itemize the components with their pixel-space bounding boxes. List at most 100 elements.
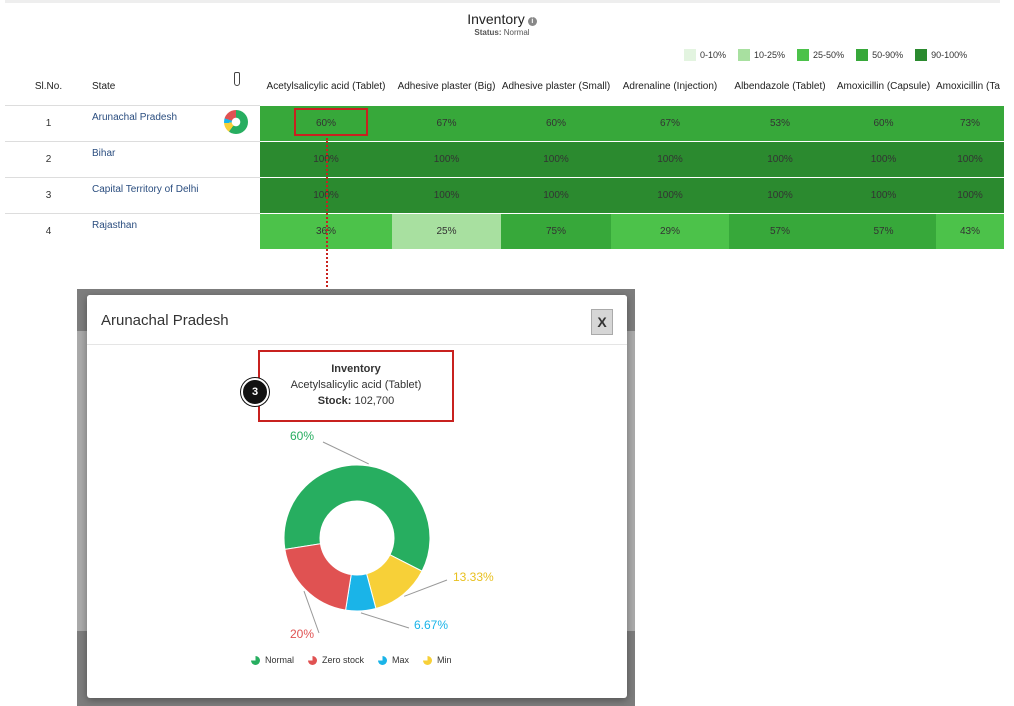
legend-swatch: [684, 49, 696, 61]
legend-label: 10-25%: [754, 50, 786, 60]
row-slno: 2: [5, 140, 92, 177]
stock-cell[interactable]: 100%: [936, 176, 1004, 213]
stock-cell[interactable]: 53%: [729, 104, 831, 141]
page-title: Inventory: [467, 11, 525, 27]
stock-cell[interactable]: 100%: [729, 176, 831, 213]
chart-legend: Normal Zero stock Max Min: [251, 655, 452, 665]
chart-legend-item[interactable]: Zero stock: [308, 655, 364, 665]
stock-cell[interactable]: 100%: [611, 140, 729, 177]
legend-pie-icon: [378, 655, 388, 665]
stock-donut-chart: [283, 441, 448, 634]
legend-label: 25-50%: [813, 50, 845, 60]
col-header-slno: Sl.No.: [34, 80, 63, 92]
info-icon[interactable]: i: [527, 17, 537, 26]
stock-cell[interactable]: 57%: [729, 212, 831, 249]
slice-leader-line: [360, 612, 410, 629]
table-header-row: Sl.No. State Acetylsalicylic acid (Table…: [5, 68, 1004, 105]
legend-pie-icon: [251, 655, 260, 665]
legend-pie-icon: [308, 655, 318, 665]
legend-swatch: [738, 49, 751, 61]
legend-item: 90-100%: [915, 49, 967, 61]
mini-pie-icon[interactable]: [224, 109, 248, 134]
legend-label: 90-100%: [931, 50, 968, 60]
row-slno: 3: [5, 176, 92, 213]
col-header-medicine[interactable]: Adhesive plaster (Small): [501, 68, 611, 105]
legend-swatch: [856, 49, 869, 61]
legend-pie-icon: [423, 655, 433, 665]
chart-legend-label: Min: [437, 655, 452, 665]
stock-cell[interactable]: 100%: [831, 140, 936, 177]
col-header-medicine[interactable]: Amoxicillin (Capsule): [831, 68, 936, 105]
legend-label: 50-90%: [872, 50, 904, 60]
page-header: Inventory i Status: Normal: [0, 11, 1004, 37]
row-state-name[interactable]: Rajasthan: [92, 220, 137, 231]
row-slno: 4: [5, 212, 92, 249]
status-label: Status:: [474, 28, 502, 37]
row-state[interactable]: Arunachal Pradesh: [92, 104, 260, 141]
stock-cell[interactable]: 25%: [392, 212, 501, 249]
stock-cell[interactable]: 100%: [392, 176, 501, 213]
legend-item: 25-50%: [797, 49, 844, 61]
stock-cell[interactable]: 60%: [831, 104, 936, 141]
stock-cell[interactable]: 43%: [936, 212, 1004, 249]
col-header-state: State: [92, 68, 260, 105]
row-state[interactable]: Rajasthan: [92, 212, 260, 249]
col-header-state-label: State: [92, 80, 116, 92]
chart-legend-item[interactable]: Min: [423, 655, 452, 665]
chart-legend-item[interactable]: Max: [378, 655, 409, 665]
stock-cell[interactable]: 100%: [831, 176, 936, 213]
slice-label: 60%: [290, 429, 315, 443]
stock-cell[interactable]: 67%: [392, 104, 501, 141]
legend-label: 0-10%: [700, 50, 727, 60]
slice-leader-line: [322, 441, 369, 465]
chart-legend-label: Max: [392, 655, 410, 665]
chart-legend-item[interactable]: Normal: [251, 655, 294, 665]
slice-label: 13.33%: [453, 570, 494, 584]
legend-item: 50-90%: [856, 49, 903, 61]
stock-cell[interactable]: 100%: [936, 140, 1004, 177]
legend-swatch: [915, 49, 928, 61]
stock-cell[interactable]: 100%: [611, 176, 729, 213]
chart-legend-label: Zero stock: [322, 655, 365, 665]
stock-cell[interactable]: 29%: [611, 212, 729, 249]
table-row: 3 Capital Territory of Delhi 100% 100% 100% 1…: [5, 176, 1004, 213]
selected-cell-highlight: [294, 108, 368, 136]
stock-cell[interactable]: 57%: [831, 212, 936, 249]
legend-item: 10-25%: [738, 49, 785, 61]
donut-slice-zero-stock[interactable]: [284, 543, 352, 611]
stock-cell[interactable]: 100%: [501, 176, 611, 213]
stock-cell[interactable]: 67%: [611, 104, 729, 141]
status-value: Normal: [503, 28, 530, 37]
stock-cell[interactable]: 73%: [936, 104, 1004, 141]
slice-label: 6.67%: [414, 618, 449, 632]
stock-cell[interactable]: 60%: [501, 104, 611, 141]
col-header-medicine[interactable]: Adrenaline (Injection): [611, 68, 729, 105]
table-row: 2 Bihar 100% 100% 100% 100% 100% 100% 100%: [5, 140, 1004, 177]
row-slno: 1: [5, 104, 92, 141]
col-header-medicine[interactable]: Amoxicillin (Ta: [936, 68, 1004, 105]
state-detail-modal: Arunachal Pradesh X Inventory Acetylsali…: [87, 295, 627, 698]
stock-cell[interactable]: 100%: [501, 140, 611, 177]
col-header-medicine[interactable]: Albendazole (Tablet): [729, 68, 831, 105]
top-divider: [5, 0, 1000, 3]
row-state-name[interactable]: Bihar: [92, 148, 115, 159]
row-state-name[interactable]: Arunachal Pradesh: [92, 112, 177, 123]
stock-cell[interactable]: 100%: [392, 140, 501, 177]
status-line: Status: Normal: [0, 28, 1004, 37]
table-row: 4 Rajasthan 36% 25% 75% 29% 57% 57% 43%: [5, 212, 1004, 249]
table-row: 1 Arunachal Pradesh 60% 67% 60% 67% 53% 60% 73%: [5, 104, 1004, 141]
slice-label: 20%: [290, 627, 315, 641]
backdrop-fragment: [77, 331, 87, 631]
legend-swatch: [797, 49, 810, 61]
row-state[interactable]: Bihar: [92, 140, 260, 177]
row-state[interactable]: Capital Territory of Delhi: [92, 176, 260, 213]
col-header-medicine[interactable]: Adhesive plaster (Big): [392, 68, 501, 105]
thermometer-icon[interactable]: [234, 72, 240, 86]
legend-item: 0-10%: [684, 49, 726, 61]
stock-cell[interactable]: 100%: [729, 140, 831, 177]
stock-cell[interactable]: 75%: [501, 212, 611, 249]
row-state-name[interactable]: Capital Territory of Delhi: [92, 184, 199, 195]
chart-legend-label: Normal: [265, 655, 295, 665]
color-legend: 0-10% 10-25% 25-50% 50-90% 90-100%: [684, 49, 967, 61]
col-header-medicine[interactable]: Acetylsalicylic acid (Tablet): [260, 68, 392, 105]
